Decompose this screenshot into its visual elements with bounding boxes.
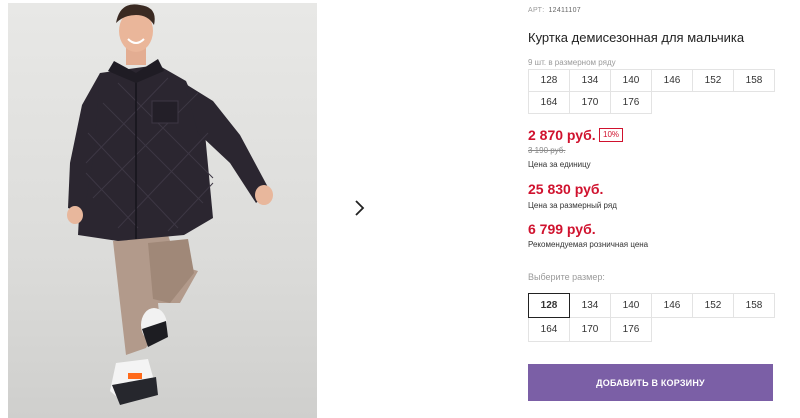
size-option-152[interactable]: 152: [692, 293, 734, 318]
choose-size-label: Выберите размер:: [528, 272, 605, 282]
product-title: Куртка демисезонная для мальчика: [528, 30, 745, 45]
size-row-cell: 170: [569, 91, 611, 114]
old-price: 3 190 руб.: [528, 146, 566, 155]
size-row-cell: 140: [610, 69, 652, 92]
add-to-cart-button[interactable]: ДОБАВИТЬ В КОРЗИНУ: [528, 364, 773, 401]
retail-price-caption: Рекомендуемая розничная цена: [528, 240, 649, 249]
size-row-cell: 176: [610, 91, 652, 114]
chevron-right-icon: [352, 199, 366, 220]
size-option-128[interactable]: 128: [528, 293, 570, 318]
size-row-cell: 158: [733, 69, 775, 92]
unit-price-caption: Цена за единицу: [528, 160, 591, 169]
size-option-158[interactable]: 158: [733, 293, 775, 318]
size-row-cell: 152: [692, 69, 734, 92]
size-row-grid: 128 134 140 146 152 158 164 170 176: [528, 69, 776, 114]
article-value: 12411107: [548, 7, 581, 14]
size-row-cell: 128: [528, 69, 570, 92]
size-row-cell: 146: [651, 69, 693, 92]
product-photo[interactable]: [8, 3, 317, 418]
size-row-cell: 164: [528, 91, 570, 114]
article-label: АРТ:: [528, 7, 545, 14]
row-price-caption: Цена за размерный ряд: [528, 201, 617, 210]
size-row-count: 9 шт. в размерном ряду: [528, 58, 616, 67]
size-row-cell: 134: [569, 69, 611, 92]
next-image-button[interactable]: [341, 191, 377, 227]
product-gallery: [0, 0, 400, 418]
article-number: АРТ: 12411107: [528, 7, 581, 14]
boy-in-jacket-image: [67, 4, 273, 405]
size-option-140[interactable]: 140: [610, 293, 652, 318]
size-option-170[interactable]: 170: [569, 317, 611, 342]
retail-price: 6 799 руб.: [528, 221, 596, 237]
size-option-146[interactable]: 146: [651, 293, 693, 318]
row-price: 25 830 руб.: [528, 181, 604, 197]
size-selector: 128 134 140 146 152 158 164 170 176: [528, 293, 776, 342]
unit-price: 2 870 руб.: [528, 127, 596, 143]
size-option-134[interactable]: 134: [569, 293, 611, 318]
discount-badge: 10%: [599, 128, 624, 142]
size-option-164[interactable]: 164: [528, 317, 570, 342]
size-option-176[interactable]: 176: [610, 317, 652, 342]
